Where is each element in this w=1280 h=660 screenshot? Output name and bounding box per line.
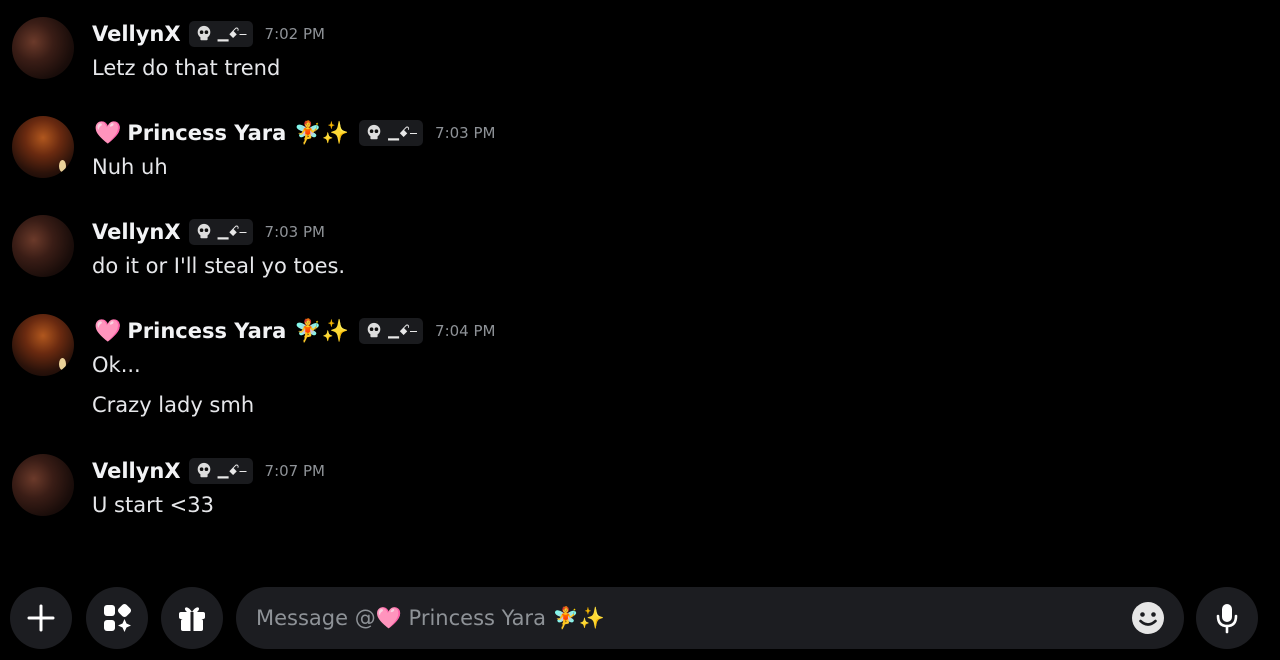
author-name[interactable]: VellynX <box>92 220 181 244</box>
avatar[interactable] <box>12 454 74 516</box>
attach-button[interactable] <box>10 587 72 649</box>
message-text: do it or I'll steal yo toes. <box>92 254 346 278</box>
emoji-button[interactable] <box>1130 600 1166 636</box>
message-text: U start <33 <box>92 493 214 517</box>
author-name[interactable]: VellynX <box>92 22 181 46</box>
heart-emoji: 🩷 <box>94 120 122 146</box>
gift-button[interactable] <box>161 587 223 649</box>
skull-icon <box>197 223 210 239</box>
heart-emoji: 🩷 <box>94 318 122 344</box>
message-input[interactable]: Message @🩷 Princess Yara 🧚✨ <box>236 587 1184 649</box>
skull-icon <box>367 322 381 338</box>
skull-icon <box>197 462 210 478</box>
gift-icon <box>179 607 205 631</box>
voice-button[interactable] <box>1196 587 1258 649</box>
apps-button[interactable] <box>86 587 148 649</box>
message-composer: Message @🩷 Princess Yara 🧚✨ <box>0 575 1280 660</box>
message-text: Nuh uh <box>92 155 168 179</box>
message-list: VellynX ▁ꗃ⎯ 7:02 PM Letz do that trend 🩷… <box>0 0 1280 575</box>
avatar[interactable] <box>12 116 74 178</box>
fairy-sparkles-emoji: 🧚✨ <box>294 120 350 146</box>
author-name[interactable]: VellynX <box>92 459 181 483</box>
microphone-icon <box>1216 604 1238 634</box>
skull-icon <box>367 124 381 140</box>
skull-icon <box>197 25 210 41</box>
message-text: Ok... <box>92 353 141 377</box>
message-text: Letz do that trend <box>92 56 281 80</box>
user-tag: ▁ꗃ⎯ <box>188 219 253 245</box>
fairy-sparkles-emoji: 🧚✨ <box>294 318 350 344</box>
message-text: Crazy lady smh <box>92 393 255 417</box>
apps-icon <box>104 603 132 632</box>
user-tag: ▁ꗃ⎯ <box>359 120 424 146</box>
user-tag: ▁ꗃ⎯ <box>188 21 253 47</box>
user-tag: ▁ꗃ⎯ <box>359 318 424 344</box>
author-name[interactable]: Princess Yara <box>127 121 286 145</box>
avatar[interactable] <box>12 215 74 277</box>
user-tag: ▁ꗃ⎯ <box>188 458 253 484</box>
message-input-placeholder: Message @🩷 Princess Yara 🧚✨ <box>256 605 605 630</box>
timestamp: 7:03 PM <box>264 223 325 241</box>
timestamp: 7:04 PM <box>435 322 496 340</box>
emoji-icon <box>1132 602 1164 634</box>
timestamp: 7:03 PM <box>435 124 496 142</box>
avatar[interactable] <box>12 314 74 376</box>
timestamp: 7:02 PM <box>264 25 325 43</box>
timestamp: 7:07 PM <box>264 462 325 480</box>
plus-icon <box>27 604 55 632</box>
avatar[interactable] <box>12 17 74 79</box>
author-name[interactable]: Princess Yara <box>127 319 286 343</box>
